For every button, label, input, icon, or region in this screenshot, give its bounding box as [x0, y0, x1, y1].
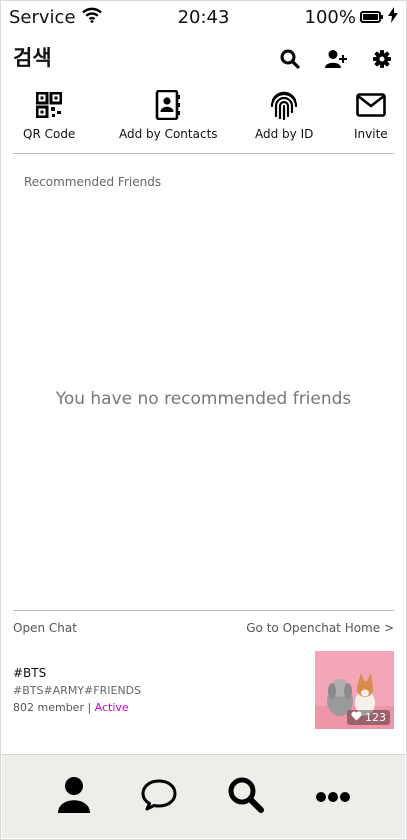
tab-friends[interactable]: [52, 775, 96, 819]
add-friend-options: QR Code Add by Contacts Add by ID Invite: [9, 89, 398, 147]
qr-code-label: QR Code: [23, 127, 76, 141]
status-right: 100%: [305, 7, 398, 28]
add-by-id-label: Add by ID: [255, 127, 314, 141]
open-chat-label: Open Chat: [13, 621, 77, 635]
open-chat-header: Open Chat Go to Openchat Home >: [13, 621, 394, 635]
gear-icon[interactable]: [370, 47, 394, 71]
more-dots-icon: [315, 788, 351, 807]
go-to-openchat-link[interactable]: Go to Openchat Home >: [246, 621, 394, 635]
qr-code-option[interactable]: QR Code: [23, 89, 75, 141]
charging-bolt-icon: [388, 7, 398, 28]
add-by-contacts-label: Add by Contacts: [119, 127, 218, 141]
open-chat-divider: [13, 610, 394, 611]
chat-meta: 802 member | Active: [13, 701, 129, 714]
meta-separator: |: [83, 701, 95, 714]
chat-bubble-icon: [140, 778, 178, 816]
envelope-icon: [355, 89, 387, 121]
bottom-tab-bar: [2, 754, 405, 838]
recommended-friends-label: Recommended Friends: [24, 175, 162, 189]
person-icon: [56, 776, 92, 818]
top-header: 검색: [13, 43, 394, 75]
heart-icon: [351, 711, 362, 724]
chat-tags: #BTS#ARMY#FRIENDS: [13, 684, 142, 697]
tab-more[interactable]: [311, 775, 355, 819]
tab-chats[interactable]: [137, 775, 181, 819]
battery-icon: [360, 7, 384, 28]
open-chat-card[interactable]: #BTS #BTS#ARMY#FRIENDS 802 member | Acti…: [13, 651, 394, 729]
search-icon: [227, 776, 265, 818]
likes-badge: 123: [347, 710, 390, 725]
likes-count: 123: [365, 711, 386, 724]
search-icon[interactable]: [278, 47, 302, 71]
invite-option[interactable]: Invite: [354, 89, 388, 141]
status-bar: Service 20:43 100%: [9, 7, 398, 33]
options-divider: [13, 153, 394, 154]
chat-name: #BTS: [13, 666, 47, 680]
add-by-id-option[interactable]: Add by ID: [255, 89, 313, 141]
fingerprint-icon: [268, 89, 300, 121]
member-count: 802 member: [13, 701, 84, 714]
chat-thumbnail: 123: [315, 651, 394, 729]
qr-code-icon: [33, 89, 65, 121]
battery-percent: 100%: [304, 7, 356, 28]
add-by-contacts-option[interactable]: Add by Contacts: [119, 89, 218, 141]
add-friend-icon[interactable]: [324, 47, 348, 71]
invite-label: Invite: [354, 127, 388, 141]
active-status: Active: [94, 701, 129, 714]
phone-screen: Service 20:43 100% 검색 QR Code Add by Con…: [0, 0, 407, 840]
header-actions: [278, 47, 394, 71]
contacts-book-icon: [152, 89, 184, 121]
empty-recommendations-message: You have no recommended friends: [55, 389, 352, 409]
tab-search[interactable]: [224, 775, 268, 819]
